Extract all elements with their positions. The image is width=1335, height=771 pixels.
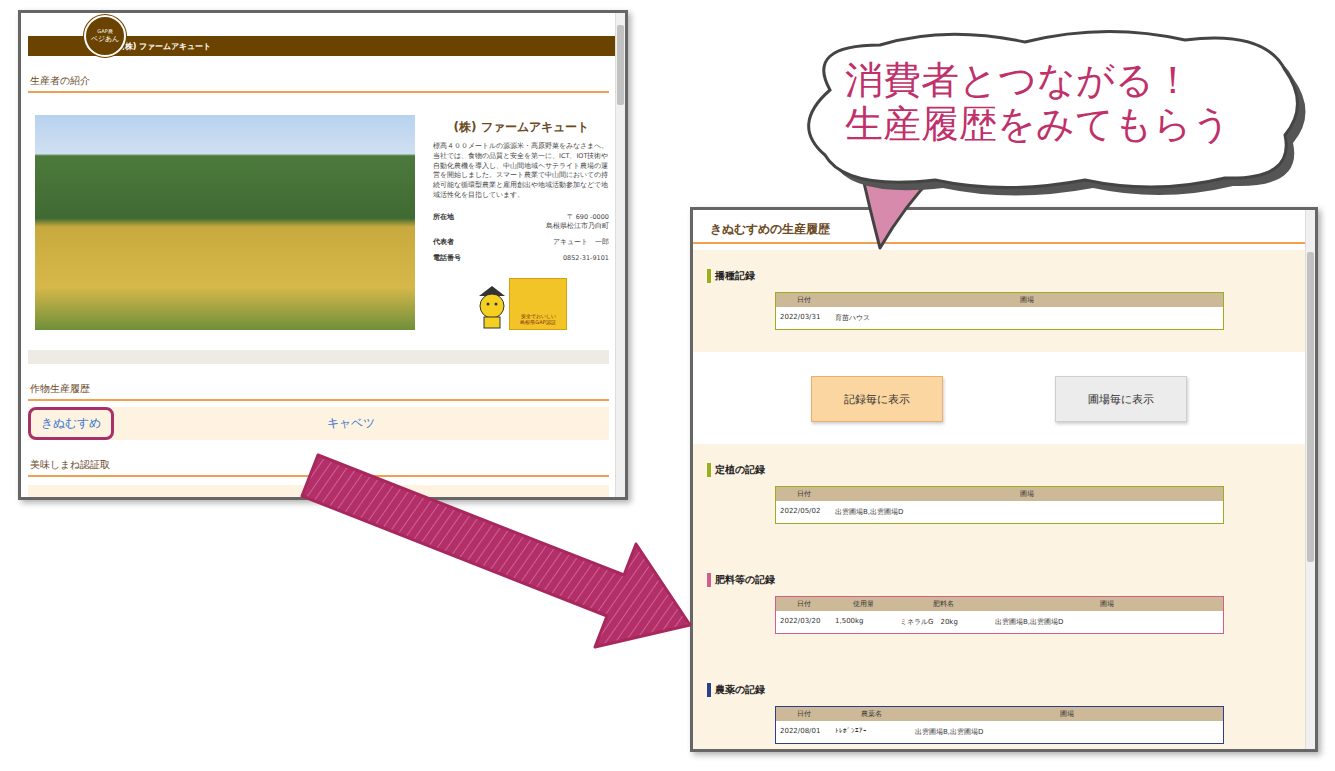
table-cell: 出雲圃場B,出雲圃場D xyxy=(831,501,1223,523)
table-cell: 育苗ハウス xyxy=(831,307,1223,329)
record-list: 定植の記録日付圃場2022/05/02出雲圃場B,出雲圃場D肥料等の記録日付使用… xyxy=(693,444,1305,749)
table-header: 圃場 xyxy=(831,293,1223,307)
company-field: 電話番号 0852-31-9101 xyxy=(433,254,609,264)
record-section: 定植の記録日付圃場2022/05/02出雲圃場B,出雲圃場D xyxy=(693,444,1305,554)
table-header: 日付 xyxy=(776,597,831,611)
table-cell: 2022/03/20 xyxy=(776,611,831,633)
company-name: (株) ファームアキュート xyxy=(433,119,609,136)
table-cell: 2022/05/02 xyxy=(776,501,831,523)
field-value: 0852-31-9101 xyxy=(563,254,609,264)
record-section: 播種記録日付圃場2022/03/31育苗ハウス xyxy=(693,250,1305,352)
header-title: (株) ファームアキュート xyxy=(121,41,211,52)
canvas: (株) ファームアキュートGAP農ベジあん生産者の紹介(株) ファームアキュート… xyxy=(0,0,1335,771)
scrollbar[interactable] xyxy=(615,13,625,497)
section-title: 美味しまね認証取 xyxy=(28,454,609,477)
record-heading: 定植の記録 xyxy=(707,462,1305,478)
site-header: (株) ファームアキュートGAP農ベジあん xyxy=(28,13,615,56)
company-description: 標高４００メートルの源源米・高原野菜をみなさまへ。当社では、食物の品質と安全を第… xyxy=(433,142,609,201)
record-table: 日付圃場2022/05/02出雲圃場B,出雲圃場D xyxy=(775,486,1224,524)
speech-bubble: 消費者とつながる！生産履歴をみてもらう xyxy=(785,20,1315,260)
logo-name: ベジあん xyxy=(91,35,119,43)
history-page-window: きぬむすめの生産履歴播種記録日付圃場2022/03/31育苗ハウス記録毎に表示圃… xyxy=(690,207,1318,752)
table-cell: 1,500kg xyxy=(831,611,896,633)
crop-link[interactable]: キャベツ xyxy=(314,407,388,440)
field-label: 代表者 xyxy=(433,238,454,248)
crop-link[interactable]: きぬむすめ xyxy=(28,407,114,440)
view-button[interactable]: 圃場毎に表示 xyxy=(1055,376,1187,422)
table-cell: ミネラルG 20kg xyxy=(896,611,991,633)
producer-page: (株) ファームアキュートGAP農ベジあん生産者の紹介(株) ファームアキュート… xyxy=(21,13,615,497)
mascot-icon xyxy=(475,284,509,330)
farm-photo xyxy=(35,115,415,330)
section-title: 生産者の紹介 xyxy=(28,70,609,93)
company-info: (株) ファームアキュート標高４００メートルの源源米・高原野菜をみなさまへ。当社… xyxy=(433,115,609,330)
table-cell: 2022/03/31 xyxy=(776,307,831,329)
view-buttons: 記録毎に表示 圃場毎に表示 xyxy=(693,352,1305,444)
record-table: 日付圃場2022/03/31育苗ハウス xyxy=(775,292,1224,330)
badge-box: 安全でおいしい島根県GAP認証 xyxy=(509,278,567,330)
scrollbar-thumb[interactable] xyxy=(1307,252,1314,562)
company-field: 所在地 〒 690 -0000島根県松江市乃白町 xyxy=(433,213,609,233)
scrollbar-thumb[interactable] xyxy=(617,25,624,105)
field-label: 電話番号 xyxy=(433,254,461,264)
table-header: 圃場 xyxy=(911,707,1223,721)
table-header: 日付 xyxy=(776,487,831,501)
record-section: 農薬の記録日付農薬名圃場 2022/08/01ﾄﾚﾎﾞﾝｴｱｰ出雲圃場B,出雲圃場… xyxy=(693,664,1305,749)
record-table: 日付使用量肥料名圃場 2022/03/201,500kgミネラルG 20kg出雲圃… xyxy=(775,596,1224,634)
scrollbar[interactable] xyxy=(1305,210,1315,749)
producer-intro: (株) ファームアキュート標高４００メートルの源源米・高原野菜をみなさまへ。当社… xyxy=(28,115,609,330)
field-label: 所在地 xyxy=(433,213,454,233)
record-section: 肥料等の記録日付使用量肥料名圃場 2022/03/201,500kgミネラルG 2… xyxy=(693,554,1305,664)
table-cell: ﾄﾚﾎﾞﾝｴｱｰ xyxy=(831,721,911,743)
table-header: 農薬名 xyxy=(831,707,911,721)
crop-tabs: きぬむすめ キャベツ xyxy=(28,407,609,440)
company-field: 代表者 アキュート 一郎 xyxy=(433,238,609,248)
table-cell: 出雲圃場B,出雲圃場D xyxy=(991,611,1223,633)
table-cell: 2022/08/01 xyxy=(776,721,831,743)
table-header: 使用量 xyxy=(831,597,896,611)
section-body xyxy=(28,485,609,497)
divider-strip xyxy=(28,350,609,364)
table-header: 日付 xyxy=(776,707,831,721)
view-button[interactable]: 記録毎に表示 xyxy=(811,376,943,422)
record-heading: 農薬の記録 xyxy=(707,682,1305,698)
table-header: 圃場 xyxy=(831,487,1223,501)
table-header: 日付 xyxy=(776,293,831,307)
logo-top: GAP農 xyxy=(97,29,112,35)
record-table: 日付農薬名圃場 2022/08/01ﾄﾚﾎﾞﾝｴｱｰ出雲圃場B,出雲圃場D xyxy=(775,706,1224,744)
page-title: きぬむすめの生産履歴 xyxy=(693,210,1305,244)
table-cell: 出雲圃場B,出雲圃場D xyxy=(911,721,1223,743)
field-value: 〒 690 -0000島根県松江市乃白町 xyxy=(546,213,609,233)
producer-page-window: (株) ファームアキュートGAP農ベジあん生産者の紹介(株) ファームアキュート… xyxy=(18,10,628,500)
logo[interactable]: GAP農ベジあん xyxy=(84,15,126,57)
section-title: 作物生産履歴 xyxy=(28,378,609,401)
field-value: アキュート 一郎 xyxy=(553,238,609,248)
record-heading: 肥料等の記録 xyxy=(707,572,1305,588)
record-heading: 播種記録 xyxy=(707,268,1305,284)
table-header: 肥料名 xyxy=(896,597,991,611)
callout-text: 消費者とつながる！生産履歴をみてもらう xyxy=(845,58,1231,146)
table-header: 圃場 xyxy=(991,597,1223,611)
history-page: きぬむすめの生産履歴播種記録日付圃場2022/03/31育苗ハウス記録毎に表示圃… xyxy=(693,210,1305,749)
gap-badge: 安全でおいしい島根県GAP認証 xyxy=(433,278,609,330)
